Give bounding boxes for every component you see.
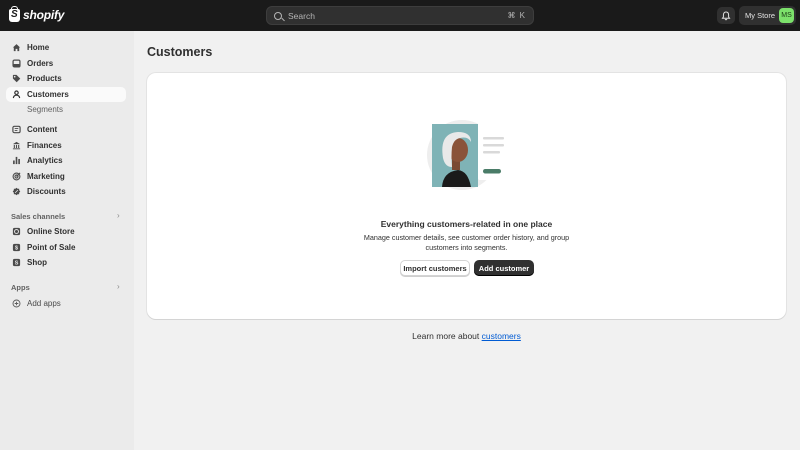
sidebar-item-home[interactable]: Home (6, 40, 126, 55)
apps-heading: Apps (11, 283, 30, 292)
learn-more-text: Learn more about (412, 331, 482, 341)
sidebar-item-segments[interactable]: Segments (27, 105, 63, 114)
sidebar-item-label: Finances (27, 140, 62, 150)
sidebar-item-customers[interactable]: Customers (6, 86, 126, 102)
store-menu-button[interactable]: My Store MS (739, 6, 796, 25)
import-customers-button[interactable]: Import customers (400, 260, 470, 276)
sales-channels-heading: Sales channels (11, 212, 66, 221)
sidebar-item-label: Add apps (27, 298, 61, 308)
bar-chart-icon (12, 156, 21, 165)
empty-state-description: Manage customer details, see customer or… (363, 233, 570, 252)
sidebar: Home Orders Products Customers Segments … (0, 31, 134, 450)
sidebar-item-content[interactable]: Content (6, 122, 126, 137)
bell-icon (721, 10, 731, 20)
learn-more: Learn more about customers (147, 331, 786, 341)
sidebar-item-shop[interactable]: S Shop (6, 255, 126, 270)
page-title: Customers (147, 45, 213, 59)
sidebar-item-label: Home (27, 43, 50, 52)
chevron-right-icon[interactable]: › (117, 282, 120, 291)
chevron-right-icon[interactable]: › (117, 211, 120, 220)
sidebar-item-analytics[interactable]: Analytics (6, 153, 126, 168)
sidebar-item-label: Marketing (27, 171, 65, 181)
sidebar-item-label: Shop (27, 258, 47, 267)
pos-icon: $ (12, 243, 21, 252)
orders-icon (12, 58, 21, 68)
search-bar[interactable]: Search ⌘ K (266, 6, 534, 25)
sidebar-item-label: Customers (27, 89, 69, 99)
bank-icon (12, 141, 21, 150)
sidebar-item-label: Discounts (27, 187, 66, 196)
top-bar: shopify Search ⌘ K My Store MS (0, 0, 800, 31)
logo-text: shopify (23, 8, 65, 22)
sidebar-item-online-store[interactable]: Online Store (6, 224, 126, 239)
sidebar-item-marketing[interactable]: Marketing (6, 169, 126, 184)
sidebar-item-label: Content (27, 125, 58, 134)
avatar: MS (779, 8, 794, 23)
plus-circle-icon (12, 299, 21, 308)
store-icon (12, 227, 21, 236)
add-customer-button[interactable]: Add customer (474, 260, 534, 276)
shop-icon: S (12, 258, 21, 267)
svg-text:S: S (15, 261, 19, 267)
notifications-button[interactable] (717, 7, 735, 24)
customers-illustration (427, 120, 508, 190)
svg-text:$: $ (15, 245, 18, 251)
sidebar-item-finances[interactable]: Finances (6, 138, 126, 153)
empty-state-title: Everything customers-related in one plac… (380, 219, 553, 229)
store-name: My Store (745, 11, 776, 20)
sidebar-item-label: Products (27, 74, 62, 83)
person-icon (12, 89, 21, 99)
search-input[interactable]: Search (288, 11, 507, 21)
shopify-bag-icon (9, 5, 20, 22)
shopify-logo[interactable]: shopify (9, 5, 65, 22)
sidebar-item-point-of-sale[interactable]: $ Point of Sale (6, 240, 126, 255)
search-icon (274, 11, 282, 20)
discount-icon (12, 187, 21, 196)
sidebar-item-label: Online Store (27, 227, 75, 236)
sidebar-item-label: Analytics (27, 156, 63, 165)
sidebar-item-products[interactable]: Products (6, 71, 126, 86)
sidebar-item-add-apps[interactable]: Add apps (6, 296, 126, 311)
sidebar-item-label: Orders (27, 58, 54, 68)
sidebar-item-label: Point of Sale (27, 242, 76, 252)
home-icon (12, 43, 21, 52)
target-icon (12, 172, 21, 181)
customers-help-link[interactable]: customers (482, 331, 521, 341)
sidebar-item-orders[interactable]: Orders (6, 56, 126, 71)
customers-empty-state-card: Everything customers-related in one plac… (147, 73, 786, 319)
tag-icon (12, 74, 21, 83)
content-icon (12, 125, 21, 134)
search-shortcut: ⌘ K (507, 11, 526, 20)
sidebar-item-discounts[interactable]: Discounts (6, 184, 126, 199)
